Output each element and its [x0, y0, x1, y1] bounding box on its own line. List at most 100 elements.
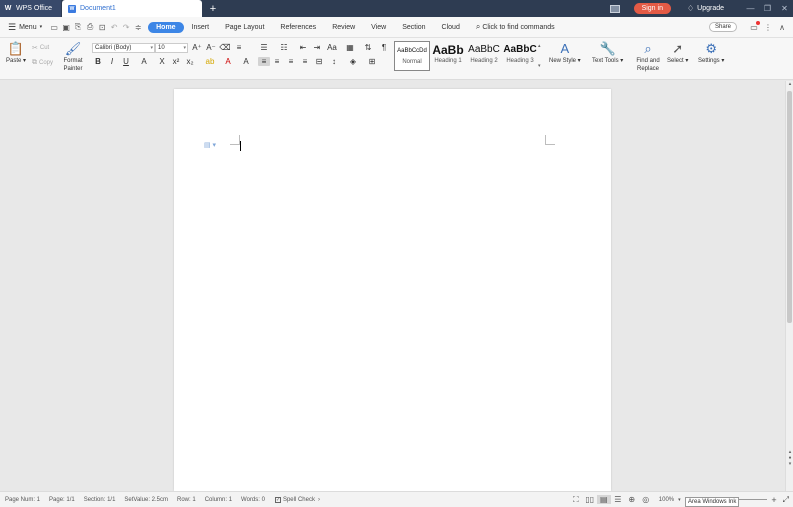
sign-in-button[interactable]: Sign in: [633, 3, 671, 14]
new-tab-button[interactable]: +: [202, 0, 224, 17]
status-page-num[interactable]: Page Num: 1: [5, 497, 40, 503]
document-tab[interactable]: W Document1: [62, 0, 202, 17]
comment-icon[interactable]: ▭: [747, 20, 761, 32]
strikethrough-icon[interactable]: X: [156, 57, 168, 66]
close-button[interactable]: ✕: [776, 4, 793, 13]
page-view-icon[interactable]: ▤: [596, 495, 611, 504]
sort-icon[interactable]: ⇅: [362, 43, 374, 52]
character-shading-icon[interactable]: A: [240, 57, 252, 66]
shading-icon[interactable]: ◈: [347, 57, 359, 66]
vertical-scrollbar[interactable]: ▴ ▴ ● ▾: [785, 81, 793, 491]
more-options-icon[interactable]: ⋮: [761, 23, 775, 32]
increase-indent-icon[interactable]: ⇥: [311, 43, 323, 52]
distribute-icon[interactable]: ⊟: [313, 57, 325, 66]
zoom-dropdown-icon[interactable]: ▾: [678, 497, 681, 503]
outline-view-icon[interactable]: ☰: [611, 495, 625, 504]
font-size-select[interactable]: 10 ▾: [155, 43, 188, 53]
export-pdf-icon[interactable]: ⎘: [72, 22, 84, 32]
text-tools-button[interactable]: 🔧 Text Tools ▾: [592, 41, 623, 65]
open-folder-icon[interactable]: ▭: [48, 23, 60, 32]
status-words[interactable]: Words: 0: [241, 497, 265, 503]
shrink-font-icon[interactable]: A⁻: [205, 43, 217, 52]
print-preview-icon[interactable]: ⊡: [96, 23, 108, 32]
styles-scroll[interactable]: ▴ ▾: [538, 41, 544, 71]
document-page[interactable]: ▤ ▾: [174, 89, 611, 491]
share-button[interactable]: Share: [708, 22, 737, 32]
paragraph-handle-icon[interactable]: ▤ ▾: [204, 141, 216, 149]
undo-icon[interactable]: ↶: [108, 23, 120, 32]
select-button[interactable]: ➚ Select ▾: [667, 41, 688, 65]
tab-review[interactable]: Review: [324, 24, 363, 31]
style-heading-3[interactable]: AaBbC Heading 3: [502, 41, 538, 71]
web-view-icon[interactable]: ⊕: [625, 495, 639, 504]
format-painter-button[interactable]: 🖌 Format Painter: [60, 41, 86, 73]
scroll-up-icon[interactable]: ▴: [786, 81, 793, 89]
main-menu-button[interactable]: ☰ Menu ▾: [0, 22, 42, 33]
scroll-page-buttons[interactable]: ▴ ● ▾: [786, 449, 793, 467]
layout-icon[interactable]: [609, 4, 620, 13]
eye-protection-icon[interactable]: ◎: [639, 495, 653, 504]
print-icon[interactable]: ⎙: [84, 22, 96, 32]
zoom-in-icon[interactable]: +: [771, 495, 776, 505]
pinyin-guide-icon[interactable]: ≡: [233, 43, 245, 52]
paste-button[interactable]: 📋 Paste ▾: [6, 41, 26, 65]
grow-font-icon[interactable]: A⁺: [191, 43, 203, 52]
cut-button[interactable]: ✂ Cut: [32, 44, 49, 52]
chevron-down-icon[interactable]: ▾: [538, 63, 544, 69]
redo-icon[interactable]: ↷: [120, 23, 132, 32]
italic-icon[interactable]: I: [106, 57, 118, 66]
numbered-list-icon[interactable]: ☷: [278, 43, 290, 52]
underline-icon[interactable]: U: [120, 57, 132, 66]
superscript-icon[interactable]: x²: [170, 57, 182, 66]
bullet-list-icon[interactable]: ☰: [258, 43, 270, 52]
subscript-icon[interactable]: x₂: [184, 57, 196, 66]
customize-toolbar-icon[interactable]: ≑: [132, 23, 144, 32]
clear-format-icon[interactable]: ⌫: [219, 43, 231, 52]
find-replace-button[interactable]: ⌕ Find and Replace: [634, 41, 662, 73]
upgrade-button[interactable]: ♢ Upgrade: [687, 4, 724, 13]
minimize-button[interactable]: —: [742, 4, 759, 13]
table-icon[interactable]: ▦: [344, 43, 356, 52]
text-effect-icon[interactable]: A: [138, 57, 150, 66]
collapse-ribbon-icon[interactable]: ∧: [775, 23, 789, 32]
font-color-icon[interactable]: A: [222, 57, 234, 66]
zoom-level[interactable]: 100%: [659, 497, 674, 503]
bold-icon[interactable]: B: [92, 57, 104, 66]
tab-references[interactable]: References: [272, 24, 324, 31]
app-tab[interactable]: W WPS Office: [0, 0, 61, 17]
tooltip: Area Windows Ink: [685, 497, 740, 507]
fullscreen-icon[interactable]: ⛶: [569, 495, 583, 505]
save-icon[interactable]: ▣: [60, 23, 72, 32]
justify-icon[interactable]: ≡: [299, 57, 311, 66]
decrease-indent-icon[interactable]: ⇤: [297, 43, 309, 52]
new-style-button[interactable]: A New Style ▾: [549, 41, 581, 65]
tab-home[interactable]: Home: [148, 21, 184, 33]
chevron-up-icon[interactable]: ▴: [538, 43, 544, 49]
align-left-icon[interactable]: ≡: [258, 57, 270, 66]
status-page[interactable]: Page: 1/1: [49, 497, 75, 503]
highlight-icon[interactable]: ab: [204, 57, 216, 66]
restore-button[interactable]: ❐: [759, 4, 776, 13]
tab-cloud[interactable]: Cloud: [434, 24, 468, 31]
reading-view-icon[interactable]: ▯▯: [583, 495, 597, 504]
tab-page-layout[interactable]: Page Layout: [217, 24, 272, 31]
align-center-icon[interactable]: ≡: [271, 57, 283, 66]
line-spacing-icon[interactable]: ↕: [328, 57, 340, 66]
spell-check-button[interactable]: ✓ Spell Check ›: [274, 496, 320, 503]
align-right-icon[interactable]: ≡: [285, 57, 297, 66]
change-case-icon[interactable]: Aa: [326, 43, 338, 52]
copy-button[interactable]: ⧉ Copy: [32, 59, 53, 67]
expand-icon[interactable]: ⤢: [783, 495, 789, 505]
tab-insert[interactable]: Insert: [184, 24, 218, 31]
borders-icon[interactable]: ⊞: [366, 57, 378, 66]
style-heading-2[interactable]: AaBbC Heading 2: [466, 41, 502, 71]
scroll-thumb[interactable]: [787, 91, 792, 323]
tab-section[interactable]: Section: [394, 24, 433, 31]
tab-view[interactable]: View: [363, 24, 394, 31]
style-normal[interactable]: AaBbCcDd Normal: [394, 41, 430, 71]
settings-button[interactable]: ⚙ Settings ▾: [698, 41, 724, 65]
show-marks-icon[interactable]: ¶: [378, 43, 390, 52]
style-heading-1[interactable]: AaBb Heading 1: [430, 41, 466, 71]
find-commands[interactable]: ⌕ Click to find commands: [476, 22, 555, 32]
font-name-select[interactable]: Calibri (Body) ▾: [92, 43, 155, 53]
